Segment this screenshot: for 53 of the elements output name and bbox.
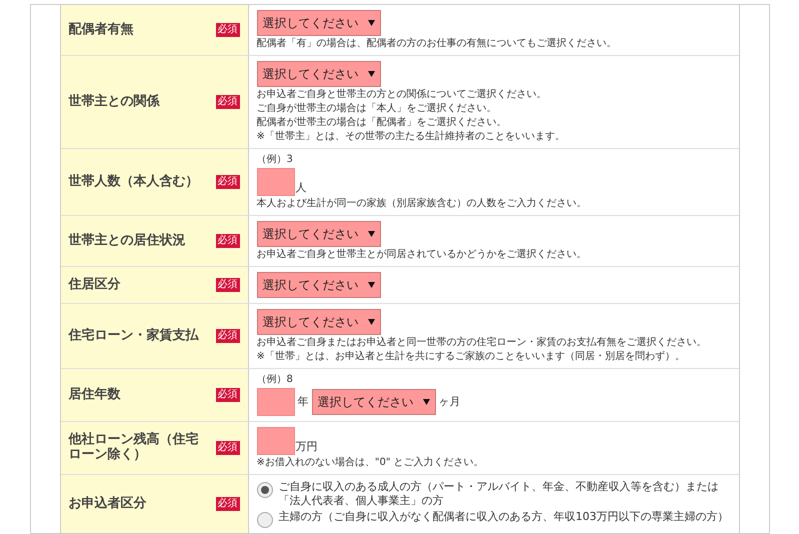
hint-text: 配偶者「有」の場合は、配偶者の方のお仕事の有無についてもご選択ください。: [256, 38, 618, 50]
select-dropdown[interactable]: 選択してください: [256, 272, 380, 298]
field-label: 他社ローン残高（住宅ローン除く）: [68, 433, 200, 463]
hint-text: ※「世帯主」とは、その世帯の主たる生計維持者のことをいいます。: [256, 131, 566, 143]
hint-text: お申込者ご自身と世帯主とが同居されているかどうかをご選択ください。: [256, 249, 588, 261]
select-dropdown[interactable]: 選択してください: [256, 309, 380, 335]
required-badge: 必須: [216, 497, 240, 511]
field-label: お申込者区分: [68, 496, 148, 512]
required-badge: 必須: [216, 23, 240, 37]
required-badge: 必須: [216, 441, 240, 455]
field-label: 世帯主との居住状況: [68, 234, 186, 248]
select-dropdown[interactable]: 選択してください: [256, 10, 380, 36]
field-label: 居住年数: [68, 388, 122, 402]
required-badge: 必須: [216, 234, 240, 248]
caret-icon: [422, 399, 430, 405]
unit-label: ヶ月: [438, 394, 460, 410]
select-dropdown[interactable]: 選択してください: [256, 61, 380, 87]
number-input-field[interactable]: [256, 427, 294, 455]
caret-icon: [368, 231, 374, 237]
select-dropdown[interactable]: 選択してください: [256, 221, 380, 247]
hint-text: お申込者ご自身と世帯主の方との関係についてご選択ください。: [256, 89, 548, 101]
hint-text: ※お借入れのない場合は、"0" とご入力ください。: [256, 457, 485, 469]
required-badge: 必須: [216, 175, 240, 189]
field-label: 世帯主との関係: [68, 94, 161, 110]
radio-option-label: ご自身に収入のある成人の方（パート・アルバイト、年金、不動産収入等を含む）または「法人代表者、個人事業主」の方: [278, 480, 720, 508]
field-label: 配偶者有無: [68, 22, 134, 38]
required-badge: 必須: [216, 95, 240, 109]
example-text: （例）3: [256, 154, 294, 166]
radio-button[interactable]: [256, 482, 272, 498]
number-input-field[interactable]: [256, 168, 294, 196]
hint-text: 本人および生計が同一の家族（別居家族含む）の人数をご入力ください。: [256, 198, 588, 210]
caret-icon: [368, 71, 374, 77]
radio-option-label: 主婦の方（ご自身に収入がなく配偶者に収入のある方、年収103万円以下の専業主婦の方）: [278, 510, 728, 524]
hint-text: 配偶者が世帯主の場合は「配偶者」をご選択ください。: [256, 117, 508, 129]
caret-icon: [368, 282, 374, 288]
field-label: 住宅ローン・家賃支払: [68, 328, 200, 344]
field-label: 住居区分: [68, 278, 122, 292]
caret-icon: [368, 319, 374, 325]
required-badge: 必須: [216, 388, 240, 402]
field-label: 世帯人数（本人含む）: [68, 174, 200, 190]
caret-icon: [368, 20, 374, 26]
radio-button[interactable]: [256, 512, 272, 528]
required-badge: 必須: [216, 278, 240, 292]
hint-text: ご自身が世帯主の場合は「本人」をご選択ください。: [256, 103, 498, 115]
unit-label: 人: [296, 180, 306, 196]
hint-text: ※「世帯」とは、お申込者と生計を共にするご家族のことをいいます（同居・別居を問わず）。: [256, 351, 686, 363]
select-dropdown[interactable]: 選択してください: [312, 389, 436, 415]
unit-label: 年: [298, 394, 308, 410]
example-text: （例）8: [256, 374, 294, 386]
hint-text: お申込者ご自身またはお申込者と同一世帯の方の住宅ローン・家賃のお支払有無をご選択ください。: [256, 337, 708, 349]
unit-label: 万円: [296, 438, 318, 454]
required-badge: 必須: [216, 329, 240, 343]
number-input-field[interactable]: [256, 388, 294, 416]
